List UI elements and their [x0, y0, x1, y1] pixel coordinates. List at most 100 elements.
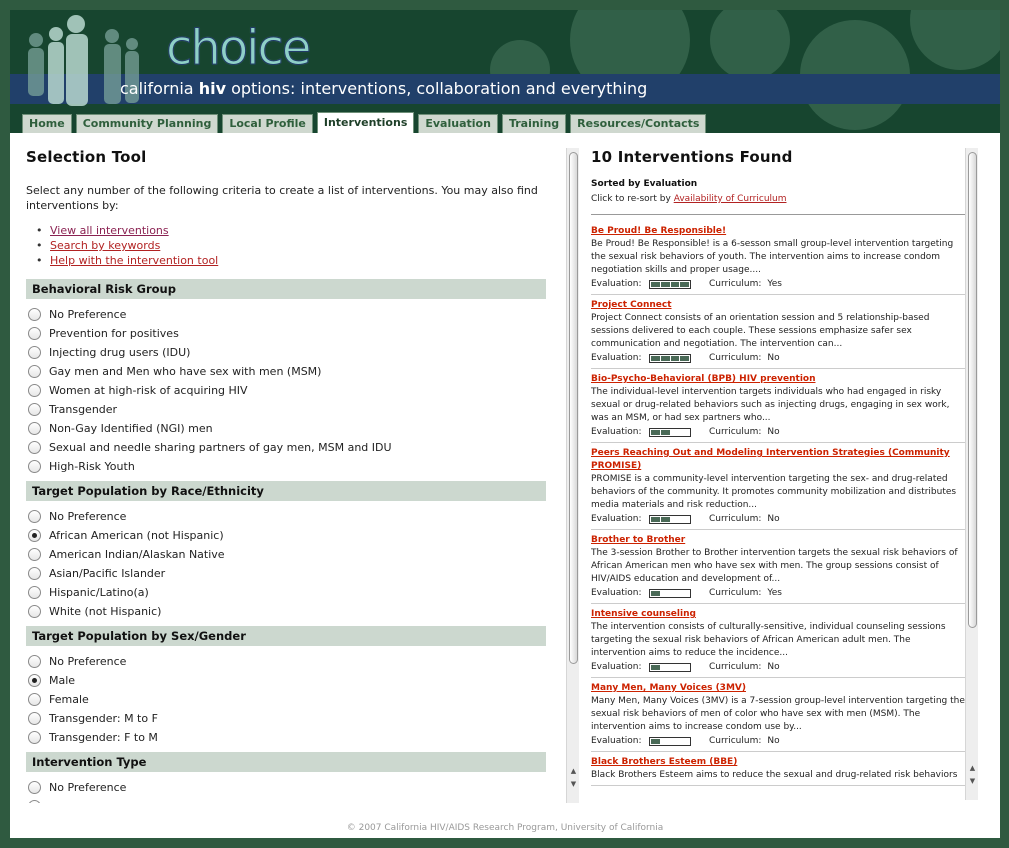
- curriculum-label: Curriculum:: [709, 662, 762, 672]
- intervention-meta: Evaluation: Curriculum: No: [591, 351, 965, 365]
- tab-community-planning[interactable]: Community Planning: [75, 114, 219, 133]
- radio-button[interactable]: [28, 712, 41, 725]
- radio-button[interactable]: [28, 384, 41, 397]
- intervention-result: Bio-Psycho-Behavioral (BPB) HIV preventi…: [591, 373, 965, 443]
- radio-button[interactable]: [28, 586, 41, 599]
- criteria-option[interactable]: Transgender: M to F: [26, 709, 546, 728]
- find-link-item: View all interventions: [36, 223, 546, 238]
- criteria-option[interactable]: Hispanic/Latino(a): [26, 583, 546, 602]
- curriculum-value: No: [767, 427, 780, 437]
- intervention-title-link[interactable]: Intensive counseling: [591, 608, 965, 621]
- left-scrollbar[interactable]: ▲ ▼: [566, 148, 579, 803]
- radio-button[interactable]: [28, 781, 41, 794]
- criteria-option[interactable]: [26, 797, 546, 803]
- evaluation-label: Evaluation:: [591, 588, 642, 598]
- scroll-up-arrow-icon[interactable]: ▲: [966, 762, 979, 774]
- evaluation-label: Evaluation:: [591, 353, 642, 363]
- radio-button[interactable]: [28, 441, 41, 454]
- curriculum-value: No: [767, 736, 780, 746]
- intervention-title-link[interactable]: Project Connect: [591, 299, 965, 312]
- radio-button[interactable]: [28, 731, 41, 744]
- find-link[interactable]: Search by keywords: [50, 239, 160, 252]
- scroll-down-arrow-icon[interactable]: ▼: [567, 778, 580, 790]
- intervention-description: Black Brothers Esteem aims to reduce the…: [591, 770, 958, 780]
- criteria-option[interactable]: Male: [26, 671, 546, 690]
- find-link[interactable]: Help with the intervention tool: [50, 254, 218, 267]
- site-logo[interactable]: choice: [165, 20, 311, 77]
- radio-button[interactable]: [28, 460, 41, 473]
- right-scrollbar[interactable]: ▲ ▼: [965, 148, 978, 800]
- radio-button[interactable]: [28, 422, 41, 435]
- intervention-meta: Evaluation: Curriculum: No: [591, 425, 965, 439]
- intervention-title-link[interactable]: Bio-Psycho-Behavioral (BPB) HIV preventi…: [591, 373, 965, 386]
- find-links: View all interventions Search by keywords…: [36, 223, 546, 268]
- curriculum-value: Yes: [767, 588, 782, 598]
- radio-button[interactable]: [28, 529, 41, 542]
- radio-button[interactable]: [28, 674, 41, 687]
- radio-button[interactable]: [28, 548, 41, 561]
- find-link[interactable]: View all interventions: [50, 224, 169, 237]
- radio-button[interactable]: [28, 655, 41, 668]
- curriculum-value: Yes: [767, 279, 782, 289]
- curriculum-label: Curriculum:: [709, 736, 762, 746]
- criteria-option[interactable]: Female: [26, 690, 546, 709]
- criteria-option[interactable]: Asian/Pacific Islander: [26, 564, 546, 583]
- radio-button[interactable]: [28, 346, 41, 359]
- curriculum-value: No: [767, 353, 780, 363]
- criteria-option[interactable]: Transgender: F to M: [26, 728, 546, 747]
- criteria-sections: Behavioral Risk Group No Preference Preven…: [26, 279, 546, 803]
- radio-button[interactable]: [28, 693, 41, 706]
- criteria-section-heading: Behavioral Risk Group: [26, 279, 546, 299]
- evaluation-rating-bar: [649, 279, 691, 289]
- intervention-title-link[interactable]: Brother to Brother: [591, 534, 965, 547]
- tab-home[interactable]: Home: [22, 114, 72, 133]
- criteria-option[interactable]: No Preference: [26, 507, 546, 526]
- option-label: No Preference: [49, 510, 127, 523]
- criteria-option[interactable]: Gay men and Men who have sex with men (M…: [26, 362, 546, 381]
- intervention-title-link[interactable]: Black Brothers Esteem (BBE): [591, 756, 965, 769]
- radio-button[interactable]: [28, 308, 41, 321]
- left-scrollbar-thumb[interactable]: [569, 152, 578, 664]
- right-scrollbar-thumb[interactable]: [968, 152, 977, 628]
- radio-button[interactable]: [28, 403, 41, 416]
- tab-evaluation[interactable]: Evaluation: [418, 114, 498, 133]
- tab-interventions[interactable]: Interventions: [316, 112, 415, 133]
- criteria-option[interactable]: Sexual and needle sharing partners of ga…: [26, 438, 546, 457]
- criteria-option[interactable]: African American (not Hispanic): [26, 526, 546, 545]
- results-divider: [591, 214, 965, 215]
- radio-button[interactable]: [28, 800, 41, 803]
- scroll-up-arrow-icon[interactable]: ▲: [567, 765, 580, 777]
- radio-button[interactable]: [28, 605, 41, 618]
- radio-button[interactable]: [28, 567, 41, 580]
- criteria-option[interactable]: No Preference: [26, 778, 546, 797]
- criteria-option[interactable]: Women at high-risk of acquiring HIV: [26, 381, 546, 400]
- tab-training[interactable]: Training: [501, 114, 567, 133]
- option-label: High-Risk Youth: [49, 460, 135, 473]
- evaluation-label: Evaluation:: [591, 662, 642, 672]
- criteria-option[interactable]: Transgender: [26, 400, 546, 419]
- intervention-title-link[interactable]: Peers Reaching Out and Modeling Interven…: [591, 447, 965, 473]
- criteria-option[interactable]: Prevention for positives: [26, 324, 546, 343]
- option-label: Non-Gay Identified (NGI) men: [49, 422, 213, 435]
- criteria-option[interactable]: No Preference: [26, 652, 546, 671]
- intervention-title-link[interactable]: Many Men, Many Voices (3MV): [591, 682, 965, 695]
- scroll-down-arrow-icon[interactable]: ▼: [966, 775, 979, 787]
- intervention-meta: Evaluation: Curriculum: No: [591, 512, 965, 526]
- tab-local-profile[interactable]: Local Profile: [222, 114, 313, 133]
- resort-curriculum-link[interactable]: Availability of Curriculum: [674, 194, 787, 204]
- criteria-option[interactable]: Non-Gay Identified (NGI) men: [26, 419, 546, 438]
- radio-button[interactable]: [28, 365, 41, 378]
- radio-button[interactable]: [28, 327, 41, 340]
- tab-resources-contacts[interactable]: Resources/Contacts: [570, 114, 707, 133]
- radio-button[interactable]: [28, 510, 41, 523]
- evaluation-bar-segment: [651, 516, 660, 522]
- criteria-option[interactable]: American Indian/Alaskan Native: [26, 545, 546, 564]
- intervention-description: The intervention consists of culturally-…: [591, 622, 946, 658]
- criteria-option[interactable]: Injecting drug users (IDU): [26, 343, 546, 362]
- evaluation-bar-segment: [680, 355, 689, 361]
- criteria-option[interactable]: No Preference: [26, 305, 546, 324]
- intervention-title-link[interactable]: Be Proud! Be Responsible!: [591, 225, 965, 238]
- intervention-description: The 3-session Brother to Brother interve…: [591, 548, 958, 584]
- criteria-option[interactable]: High-Risk Youth: [26, 457, 546, 476]
- criteria-option[interactable]: White (not Hispanic): [26, 602, 546, 621]
